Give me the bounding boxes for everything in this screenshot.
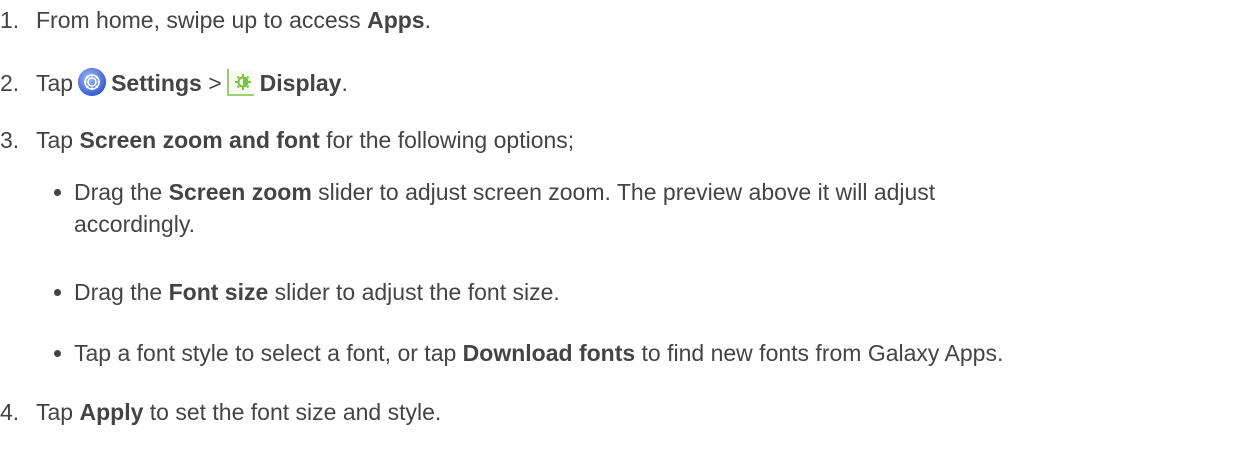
step-text-end: to set the font size and style. xyxy=(143,399,442,425)
step-3: 3. Tap Screen zoom and font for the follo… xyxy=(0,126,574,154)
bullet-continuation: accordingly. xyxy=(74,211,196,237)
step-text: Tap xyxy=(36,127,80,153)
bullet-item: Drag the Screen zoom slider to adjust sc… xyxy=(54,176,1224,240)
bullet-dot xyxy=(54,289,61,296)
step-bold: Apply xyxy=(79,399,144,425)
settings-label: Settings xyxy=(111,70,202,96)
step-text: Tap xyxy=(36,399,80,425)
bullet-text-end: slider to adjust screen zoom. The previe… xyxy=(311,179,936,205)
bullet-dot xyxy=(54,189,61,196)
step-text-end: . xyxy=(341,70,348,96)
bullet-bold: Screen zoom xyxy=(168,179,312,205)
step-text: From home, swipe up to access xyxy=(36,7,368,33)
bullet-bold: Download fonts xyxy=(462,340,636,366)
step-text-end: . xyxy=(424,7,431,33)
bullet-text: Tap a font style to select a font, or ta… xyxy=(74,340,463,366)
display-label: Display xyxy=(259,70,342,96)
bullet-bold: Font size xyxy=(168,279,269,305)
bullet-item: Drag the Font size slider to adjust the … xyxy=(54,276,560,308)
bullet-dot xyxy=(54,350,61,357)
step-4: 4. Tap Apply to set the font size and sty… xyxy=(0,398,441,426)
step-text-end: for the following options; xyxy=(319,127,575,153)
step-1: 1. From home, swipe up to access Apps. xyxy=(0,6,431,34)
separator: > xyxy=(208,70,222,96)
bullet-text-end: slider to adjust the font size. xyxy=(268,279,560,305)
step-number: 3. xyxy=(0,127,20,153)
step-number: 4. xyxy=(0,399,20,425)
bullet-text: Drag the xyxy=(74,279,169,305)
step-text: Tap xyxy=(36,70,74,96)
step-2: 2. Tap Settings > Display. xyxy=(0,67,348,97)
step-bold: Apps xyxy=(367,7,425,33)
step-bold: Screen zoom and font xyxy=(79,127,320,153)
display-brightness-icon xyxy=(226,67,256,97)
bullet-item: Tap a font style to select a font, or ta… xyxy=(54,337,1004,369)
step-number: 2. xyxy=(0,70,20,96)
step-number: 1. xyxy=(0,7,20,33)
bullet-text-end: to find new fonts from Galaxy Apps. xyxy=(635,340,1004,366)
settings-gear-icon xyxy=(77,67,107,97)
bullet-text: Drag the xyxy=(74,179,169,205)
